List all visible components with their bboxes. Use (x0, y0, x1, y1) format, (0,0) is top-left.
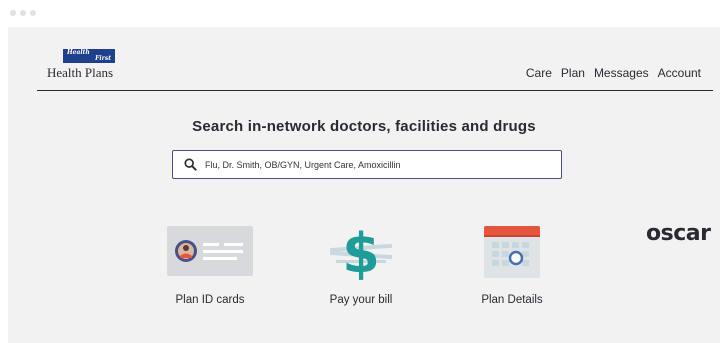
page-frame: Health First Health Plans Care Plan Mess… (8, 27, 720, 343)
window-controls (10, 10, 36, 16)
pay-bill-tile[interactable]: $ Pay your bill (301, 221, 421, 306)
nav-item-plan[interactable]: Plan (561, 66, 585, 80)
logo-badge-line1: Health (67, 49, 90, 56)
health-first-logo[interactable]: Health First Health Plans (47, 49, 137, 81)
logo-badge-line2: First (95, 55, 111, 62)
window-dot-icon[interactable] (10, 10, 16, 16)
nav-item-care[interactable]: Care (526, 66, 552, 80)
calendar-icon (452, 221, 572, 281)
logo-text: Health Plans (47, 65, 114, 80)
dollar-icon: $ (301, 221, 421, 281)
search-input[interactable] (205, 159, 545, 170)
logo-badge: Health First (63, 49, 115, 63)
plan-id-cards-label: Plan ID cards (175, 294, 245, 306)
nav-item-messages[interactable]: Messages (594, 66, 649, 80)
top-nav: Care Plan Messages Account (526, 66, 701, 80)
pay-bill-label: Pay your bill (329, 294, 393, 306)
plan-id-cards-tile[interactable]: Plan ID cards (150, 221, 270, 306)
search-box[interactable] (172, 150, 562, 179)
site-header: Health First Health Plans Care Plan Mess… (37, 43, 713, 91)
id-card-icon (150, 221, 270, 281)
search-icon (183, 158, 197, 172)
window-dot-icon[interactable] (30, 10, 36, 16)
oscar-logo[interactable]: oscar (646, 221, 711, 246)
search-heading: Search in-network doctors, facilities an… (192, 118, 536, 135)
svg-text:$: $ (342, 222, 380, 280)
plan-details-label: Plan Details (481, 294, 543, 306)
plan-details-tile[interactable]: Plan Details (452, 221, 572, 306)
nav-item-account[interactable]: Account (658, 66, 701, 80)
window-dot-icon[interactable] (20, 10, 26, 16)
